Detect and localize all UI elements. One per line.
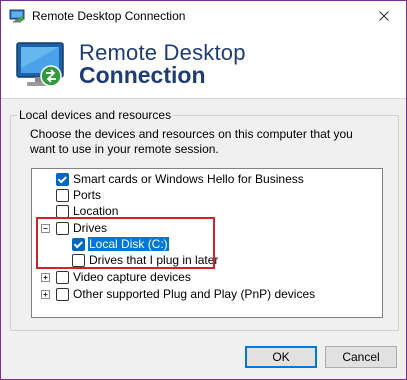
tree-item-drives[interactable]: Drives [56,220,108,236]
tree-item-video-capture[interactable]: Video capture devices [56,269,192,285]
checkbox-drives-plug-later[interactable] [72,253,85,267]
close-button[interactable] [362,1,406,31]
minus-icon [43,228,48,229]
tree-item-label: Other supported Plug and Play (PnP) devi… [73,287,316,301]
rdc-large-icon [16,42,64,87]
checkbox-pnp-devices[interactable] [56,287,69,301]
rdc-icon [9,9,25,23]
tree-item-label: Smart cards or Windows Hello for Busines… [73,172,304,186]
tree-item-label: Local Disk (C:) [87,236,170,252]
tree-item-pnp-devices[interactable]: Other supported Plug and Play (PnP) devi… [56,286,316,302]
checkbox-local-disk-c[interactable] [72,237,85,251]
ok-button[interactable]: OK [245,346,317,368]
plus-icon [43,292,48,297]
tree-item-label: Ports [73,188,102,202]
tree-item-drives-plug-later[interactable]: Drives that I plug in later [72,252,219,268]
checkbox-video-capture[interactable] [56,270,69,284]
tree-item-label: Drives [73,221,108,235]
devices-tree[interactable]: Smart cards or Windows Hello for Busines… [31,168,383,318]
collapse-drives-button[interactable] [41,224,50,233]
window-title: Remote Desktop Connection [32,9,186,23]
banner-title-line2: Connection [79,62,206,88]
dialog-window: Remote Desktop Connection Remote Desktop… [0,0,407,380]
checkbox-location[interactable] [56,204,69,218]
cancel-button[interactable]: Cancel [325,346,397,368]
tree-item-label: Video capture devices [73,270,191,284]
close-icon [379,11,389,21]
header-banner: Remote Desktop Connection [1,32,406,99]
title-bar[interactable]: Remote Desktop Connection [1,1,406,32]
plus-icon [43,275,48,280]
group-label: Local devices and resources [17,108,174,122]
expand-pnp-devices-button[interactable] [41,290,50,299]
tree-item-smart-cards[interactable]: Smart cards or Windows Hello for Busines… [56,171,305,187]
expand-video-capture-button[interactable] [41,273,50,282]
group-description: Choose the devices and resources on this… [30,127,353,156]
tree-item-local-disk-c[interactable]: Local Disk (C:) [72,236,170,252]
checkbox-ports[interactable] [56,188,69,202]
tree-item-location[interactable]: Location [56,203,119,219]
tree-item-ports[interactable]: Ports [56,187,102,203]
tree-item-label: Drives that I plug in later [89,253,219,267]
checkbox-smart-cards[interactable] [56,172,69,186]
tree-item-label: Location [73,204,119,218]
checkbox-drives[interactable] [56,221,69,235]
